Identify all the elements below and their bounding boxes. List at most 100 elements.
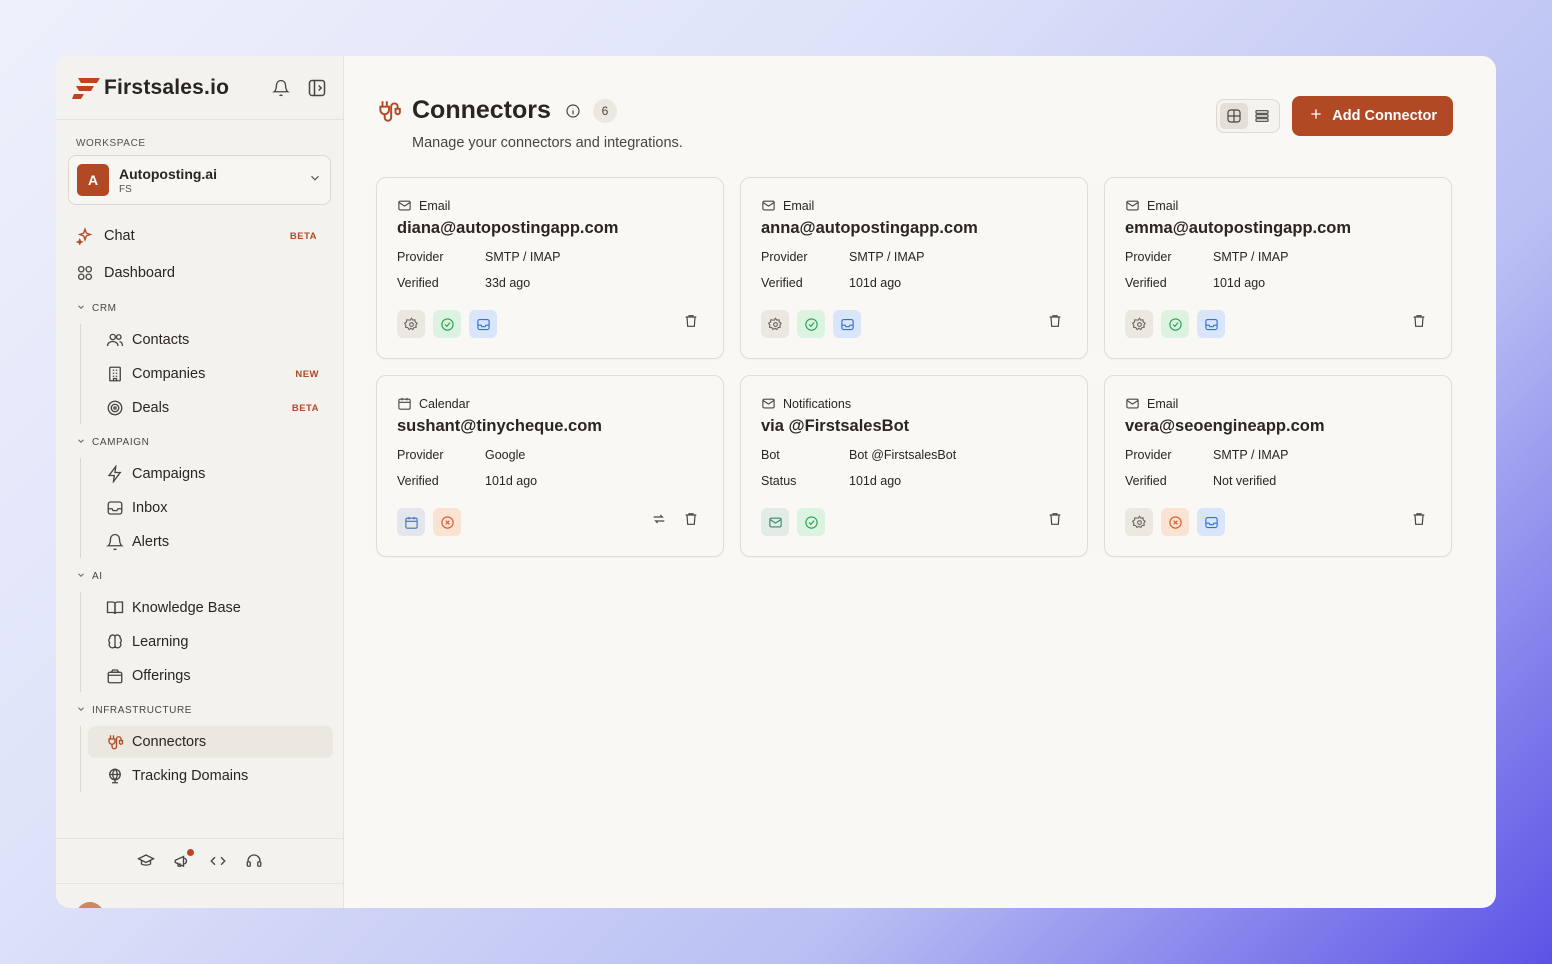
inbox-icon[interactable] [469, 310, 497, 338]
notification-dot [186, 849, 194, 856]
bolt-icon [106, 465, 124, 483]
sidebar-item-label: Campaigns [132, 466, 206, 482]
settings-icon[interactable] [397, 310, 425, 338]
list-view-icon[interactable] [1248, 103, 1276, 129]
sidebar-item-contacts[interactable]: Contacts [88, 324, 333, 356]
connector-card[interactable]: Email emma@autopostingapp.com Provider SM… [1104, 177, 1452, 359]
calendar-icon[interactable] [397, 508, 425, 536]
inbox-icon[interactable] [833, 310, 861, 338]
sidebar-item-dashboard[interactable]: Dashboard [56, 256, 333, 290]
connectors-grid: Email diana@autopostingapp.com Provider S… [376, 177, 1453, 557]
add-connector-button[interactable]: Add Connector [1292, 96, 1453, 136]
headset-icon[interactable] [244, 851, 264, 871]
section-header-label: CRM [92, 302, 117, 314]
connector-identity: via @FirstsalesBot [761, 417, 910, 435]
sidebar-item-deals[interactable]: Deals BETA [88, 392, 333, 424]
field-value: SMTP / IMAP [485, 250, 561, 264]
trash-icon[interactable] [1047, 511, 1063, 532]
connector-card[interactable]: Calendar sushant@tinycheque.com Provider… [376, 375, 724, 557]
mail-icon [761, 198, 776, 213]
field-value: SMTP / IMAP [1213, 250, 1289, 264]
field-value: Google [485, 448, 526, 462]
sidebar-toggle-icon[interactable] [307, 78, 327, 98]
field-label: Provider [397, 448, 444, 462]
check-circle-icon[interactable] [797, 310, 825, 338]
sidebar-item-alerts[interactable]: Alerts [88, 526, 333, 558]
section-ai[interactable]: AI [56, 562, 343, 590]
field-label: Verified [397, 276, 439, 290]
connector-card[interactable]: Email vera@seoengineapp.com Provider SMTP… [1104, 375, 1452, 557]
trash-icon[interactable] [683, 313, 699, 334]
trash-icon[interactable] [683, 511, 699, 532]
field-value: 33d ago [485, 276, 531, 290]
field-value: 101d ago [849, 474, 902, 488]
sidebar-footer-toolbar [56, 838, 343, 884]
refresh-icon[interactable] [651, 511, 667, 532]
chevron-down-icon [76, 570, 86, 583]
target-icon [106, 399, 124, 417]
sidebar-item-tracking-domains[interactable]: Tracking Domains [88, 760, 333, 792]
check-circle-icon[interactable] [797, 508, 825, 536]
sidebar-item-campaigns[interactable]: Campaigns [88, 458, 333, 490]
page-title: Connectors [412, 96, 551, 124]
sidebar-item-knowledge-base[interactable]: Knowledge Base [88, 592, 333, 624]
check-circle-icon[interactable] [433, 310, 461, 338]
connector-type: Email [1147, 198, 1179, 213]
check-circle-icon[interactable] [1161, 310, 1189, 338]
plus-icon [1308, 106, 1324, 126]
sidebar-item-label: Dashboard [104, 265, 175, 281]
settings-icon[interactable] [1125, 310, 1153, 338]
connector-type: Email [1147, 396, 1179, 411]
sidebar-item-companies[interactable]: Companies NEW [88, 358, 333, 390]
field-value: 101d ago [1213, 276, 1266, 290]
connector-card[interactable]: Notifications via @FirstsalesBot Bot Bot … [740, 375, 1088, 557]
sidebar-item-offerings[interactable]: Offerings [88, 660, 333, 692]
campaign-group: Campaigns Inbox Alerts [80, 458, 343, 558]
inbox-icon [106, 499, 124, 517]
field-label: Verified [761, 276, 803, 290]
section-crm[interactable]: CRM [56, 294, 343, 322]
connector-card[interactable]: Email diana@autopostingapp.com Provider S… [376, 177, 724, 359]
graduation-cap-icon[interactable] [136, 851, 156, 871]
section-infrastructure[interactable]: INFRASTRUCTURE [56, 696, 343, 724]
main-content: Connectors 6 Manage your connectors and … [344, 56, 1496, 908]
connector-type: Email [419, 198, 451, 213]
section-header-label: INFRASTRUCTURE [92, 704, 193, 716]
connector-card[interactable]: Email anna@autopostingapp.com Provider SM… [740, 177, 1088, 359]
sidebar-item-learning[interactable]: Learning [88, 626, 333, 658]
inbox-icon[interactable] [1197, 310, 1225, 338]
trash-icon[interactable] [1411, 313, 1427, 334]
app-window: Firstsales.io WORKSPACE A Autoposting.ai… [56, 56, 1496, 908]
new-badge: NEW [295, 368, 319, 380]
workspace-switcher[interactable]: A Autoposting.ai FS [68, 155, 331, 205]
sidebar-item-chat[interactable]: Chat BETA [56, 219, 333, 253]
megaphone-icon[interactable] [172, 849, 194, 871]
connector-identity: anna@autopostingapp.com [761, 219, 978, 237]
book-icon [106, 599, 124, 617]
trash-icon[interactable] [1047, 313, 1063, 334]
bell-icon[interactable] [271, 78, 291, 98]
field-value: SMTP / IMAP [849, 250, 925, 264]
sidebar-item-inbox[interactable]: Inbox [88, 492, 333, 524]
field-label: Provider [397, 250, 444, 264]
settings-icon[interactable] [761, 310, 789, 338]
sidebar-item-label: Alerts [132, 534, 170, 550]
grid-view-icon[interactable] [1220, 103, 1249, 129]
field-label: Provider [1125, 448, 1172, 462]
section-header-label: CAMPAIGN [92, 436, 150, 448]
info-icon[interactable] [565, 103, 581, 119]
trash-icon[interactable] [1411, 511, 1427, 532]
sidebar-item-connectors[interactable]: Connectors [88, 726, 333, 758]
sparkle-icon [76, 227, 94, 245]
user-avatar[interactable] [76, 902, 104, 908]
x-circle-icon[interactable] [433, 508, 461, 536]
field-label: Provider [761, 250, 808, 264]
sidebar: Firstsales.io WORKSPACE A Autoposting.ai… [56, 56, 344, 908]
x-circle-icon[interactable] [1161, 508, 1189, 536]
page-header: Connectors 6 Manage your connectors and … [376, 96, 1453, 151]
inbox-icon[interactable] [1197, 508, 1225, 536]
section-campaign[interactable]: CAMPAIGN [56, 428, 343, 456]
code-icon[interactable] [208, 851, 228, 871]
settings-icon[interactable] [1125, 508, 1153, 536]
mail-send-icon[interactable] [761, 508, 789, 536]
